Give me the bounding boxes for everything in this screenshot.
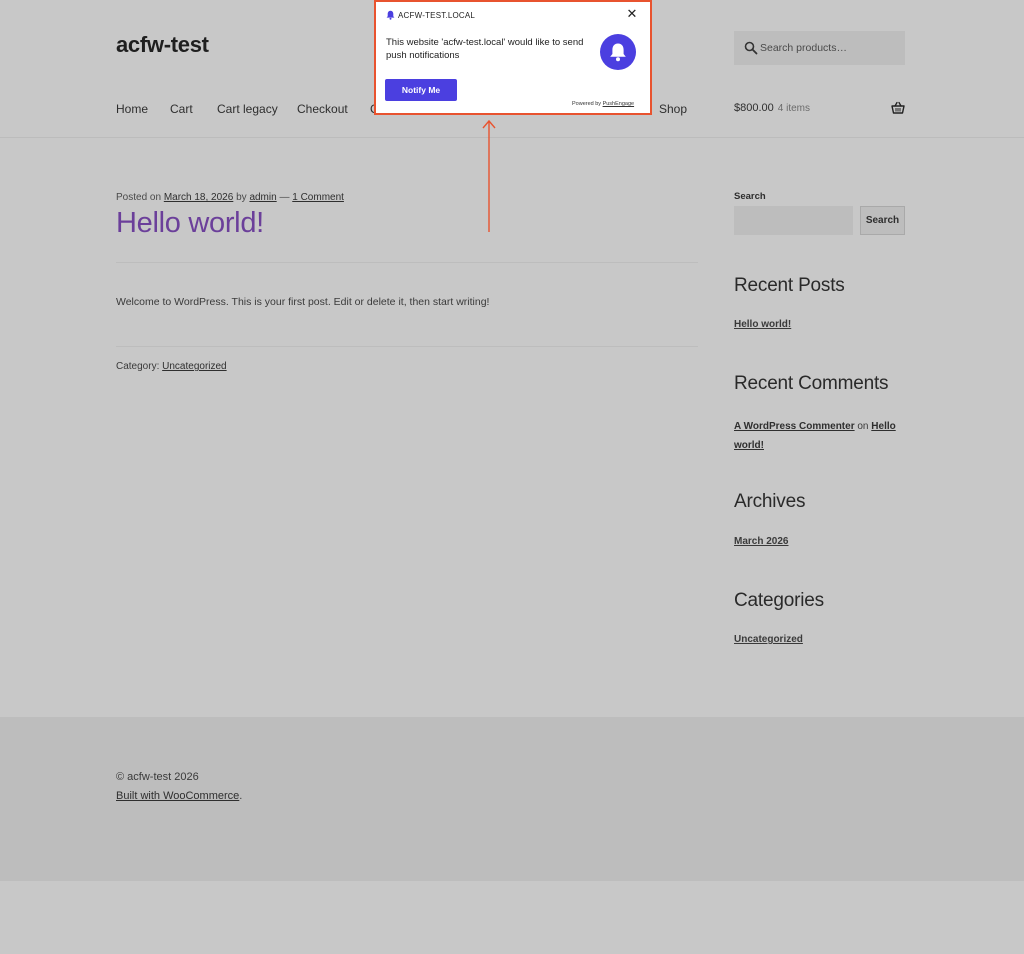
footer-period: .	[239, 790, 243, 802]
recent-post-link[interactable]: Hello world!	[734, 319, 791, 330]
post-category: Category: Uncategorized	[116, 361, 227, 372]
recent-comment: A WordPress Commenter on Hello world!	[734, 417, 906, 455]
popup-powered-by: Powered by PushEngage	[572, 101, 634, 107]
woocommerce-link[interactable]: Built with WooCommerce	[116, 790, 239, 802]
bell-icon-large	[610, 43, 626, 62]
footer-credit: Built with WooCommerce.	[116, 790, 242, 802]
post-category-link[interactable]: Uncategorized	[162, 361, 226, 372]
cart-count: 4 items	[777, 103, 810, 114]
header-cart[interactable]: $800.00 4 items	[734, 102, 810, 114]
footer-copyright: © acfw-test 2026	[116, 771, 199, 783]
sidebar-search-label: Search	[734, 191, 766, 202]
product-search-input[interactable]: Search products…	[734, 31, 905, 65]
nav-cart-legacy[interactable]: Cart legacy	[217, 102, 278, 116]
categories-title: Categories	[734, 590, 824, 611]
post-title[interactable]: Hello world!	[116, 207, 264, 240]
site-title[interactable]: acfw-test	[116, 32, 209, 58]
post-divider-bottom	[116, 346, 698, 347]
search-placeholder: Search products…	[760, 42, 847, 54]
nav-checkout[interactable]: Checkout	[297, 102, 348, 116]
post-meta: Posted on March 18, 2026 by admin — 1 Co…	[116, 192, 344, 203]
nav-shop[interactable]: Shop	[659, 102, 687, 116]
recent-comments-title: Recent Comments	[734, 373, 889, 394]
popup-domain: ACFW-TEST.LOCAL	[398, 11, 476, 20]
archives-title: Archives	[734, 491, 806, 512]
nav-cart[interactable]: Cart	[170, 102, 193, 116]
post-body: Welcome to WordPress. This is your first…	[116, 296, 490, 308]
annotation-arrow	[482, 119, 496, 232]
archive-link[interactable]: March 2026	[734, 536, 788, 547]
push-notification-popup: ACFW-TEST.LOCAL ✕ This website 'acfw-tes…	[376, 2, 650, 113]
close-icon[interactable]: ✕	[625, 7, 639, 21]
recent-posts-title: Recent Posts	[734, 275, 845, 296]
comment-on: on	[854, 421, 872, 432]
popup-message: This website 'acfw-test.local' would lik…	[386, 37, 584, 61]
meta-by: by	[233, 192, 250, 203]
category-label: Category:	[116, 361, 163, 372]
notification-bell-badge	[600, 34, 636, 70]
pushengage-link[interactable]: PushEngage	[603, 101, 635, 107]
cart-total: $800.00	[734, 102, 774, 114]
nav-home[interactable]: Home	[116, 102, 148, 116]
notify-me-button[interactable]: Notify Me	[385, 79, 457, 101]
post-divider-top	[116, 262, 698, 263]
meta-dash: —	[276, 192, 293, 203]
sidebar-search-button[interactable]: Search	[860, 206, 905, 235]
meta-prefix: Posted on	[116, 192, 164, 203]
commenter-link[interactable]: A WordPress Commenter	[734, 421, 855, 432]
post-comments-link[interactable]: 1 Comment	[292, 192, 344, 203]
post-author-link[interactable]: admin	[249, 192, 276, 203]
search-icon	[744, 41, 758, 55]
bell-icon	[386, 10, 395, 20]
powered-prefix: Powered by	[572, 101, 603, 107]
basket-icon[interactable]	[891, 101, 905, 115]
sidebar-search-input[interactable]	[734, 206, 853, 235]
post-date-link[interactable]: March 18, 2026	[164, 192, 234, 203]
category-link[interactable]: Uncategorized	[734, 634, 803, 645]
